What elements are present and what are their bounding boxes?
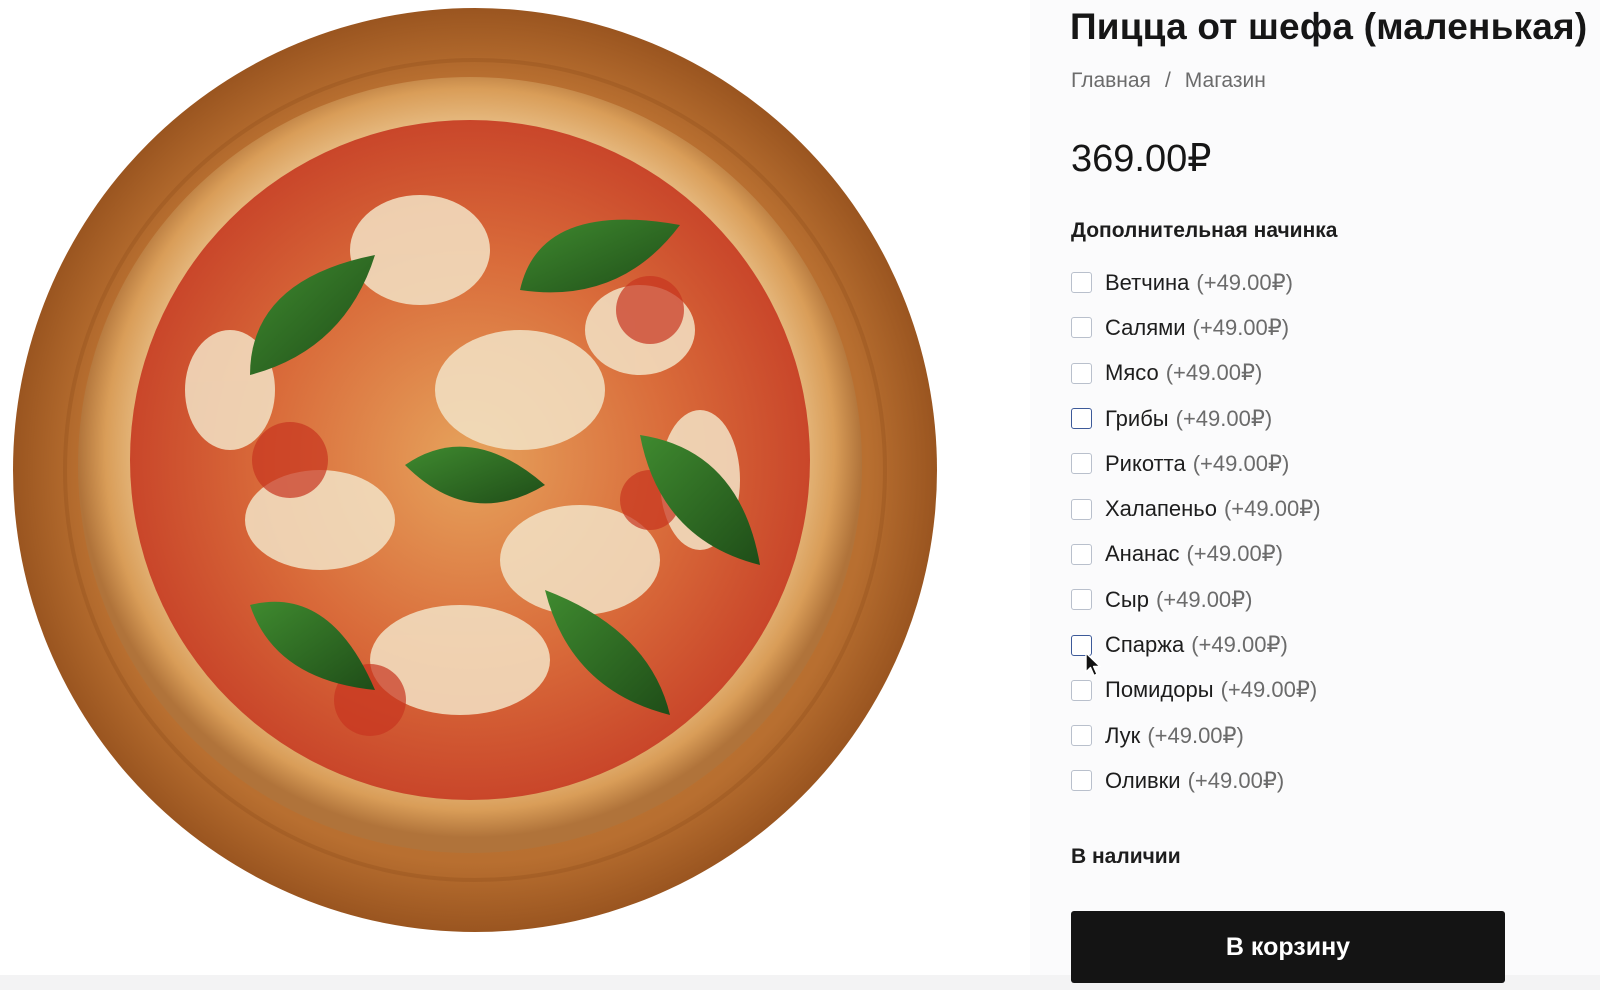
addon-checkbox[interactable] bbox=[1071, 543, 1092, 565]
product-title: Пицца от шефа (маленькая) bbox=[1070, 6, 1588, 47]
addon-name: Помидоры bbox=[1105, 677, 1214, 703]
addon-checkbox[interactable] bbox=[1071, 498, 1092, 520]
addon-price: (+49.00₽) bbox=[1192, 314, 1290, 340]
addon-price: (+49.00₽) bbox=[1196, 269, 1293, 295]
addons-label: Дополнительная начинка bbox=[1071, 219, 1338, 242]
breadcrumb-home-link[interactable]: Главная bbox=[1071, 69, 1151, 92]
mouse-pointer-icon bbox=[1085, 652, 1101, 677]
addon-option-cheese[interactable]: Сыр (+49.00₽) bbox=[1071, 577, 1551, 622]
breadcrumb-shop-link[interactable]: Магазин bbox=[1185, 69, 1266, 92]
addon-name: Спаржа bbox=[1105, 632, 1185, 658]
addon-price: (+49.00₽) bbox=[1192, 450, 1290, 476]
product-price: 369.00₽ bbox=[1071, 138, 1212, 180]
addon-option-olives[interactable]: Оливки (+49.00₽) bbox=[1071, 758, 1551, 803]
addon-price: (+49.00₽) bbox=[1186, 541, 1284, 567]
product-image-panel bbox=[0, 0, 1030, 975]
addon-price: (+49.00₽) bbox=[1220, 677, 1318, 703]
addon-checkbox[interactable] bbox=[1071, 679, 1092, 701]
addon-option-meat[interactable]: Мясо (+49.00₽) bbox=[1071, 351, 1551, 396]
addon-name: Халапеньо bbox=[1105, 496, 1217, 522]
breadcrumb: Главная / Магазин bbox=[1071, 69, 1266, 93]
addon-price: (+49.00₽) bbox=[1147, 722, 1244, 748]
addon-option-ricotta[interactable]: Рикотта (+49.00₽) bbox=[1071, 441, 1551, 486]
addon-option-tomatoes[interactable]: Помидоры (+49.00₽) bbox=[1071, 668, 1551, 713]
addon-option-salami[interactable]: Салями (+49.00₽) bbox=[1071, 305, 1551, 350]
addon-name: Ананас bbox=[1105, 541, 1180, 567]
addon-price: (+49.00₽) bbox=[1191, 632, 1288, 658]
addon-checkbox[interactable] bbox=[1071, 589, 1092, 611]
addon-name: Грибы bbox=[1105, 405, 1169, 431]
addon-option-ham[interactable]: Ветчина (+49.00₽) bbox=[1071, 260, 1551, 305]
addon-option-pineapple[interactable]: Ананас (+49.00₽) bbox=[1071, 532, 1551, 577]
addon-name: Лук bbox=[1105, 722, 1141, 748]
addon-name: Ветчина bbox=[1105, 269, 1190, 295]
addon-name: Сыр bbox=[1105, 586, 1149, 612]
addon-option-mushrooms[interactable]: Грибы (+49.00₽) bbox=[1071, 396, 1551, 441]
add-to-cart-button[interactable]: В корзину bbox=[1071, 911, 1505, 983]
addon-checkbox[interactable] bbox=[1071, 362, 1092, 384]
addon-option-asparagus[interactable]: Спаржа (+49.00₽) bbox=[1071, 622, 1551, 667]
addon-name: Оливки bbox=[1105, 767, 1181, 793]
addon-option-jalapeno[interactable]: Халапеньо (+49.00₽) bbox=[1071, 486, 1551, 531]
addon-name: Салями bbox=[1105, 314, 1186, 340]
addon-price: (+49.00₽) bbox=[1223, 496, 1321, 522]
pizza-image bbox=[13, 8, 937, 932]
addon-name: Мясо bbox=[1105, 360, 1159, 386]
addon-checkbox[interactable] bbox=[1071, 317, 1092, 339]
addon-checkbox[interactable] bbox=[1071, 408, 1092, 430]
stock-status: В наличии bbox=[1071, 845, 1181, 868]
addon-checkbox[interactable] bbox=[1071, 453, 1092, 475]
addon-price: (+49.00₽) bbox=[1187, 767, 1285, 793]
addon-name: Рикотта bbox=[1105, 450, 1186, 476]
addon-checkbox[interactable] bbox=[1071, 725, 1092, 747]
addon-price: (+49.00₽) bbox=[1155, 586, 1253, 612]
addons-options-list: Ветчина (+49.00₽) Салями (+49.00₽) Мясо … bbox=[1071, 260, 1551, 804]
breadcrumb-separator: / bbox=[1164, 69, 1171, 92]
addon-option-onion[interactable]: Лук (+49.00₽) bbox=[1071, 713, 1551, 758]
addon-checkbox[interactable] bbox=[1071, 770, 1092, 792]
addon-checkbox[interactable] bbox=[1071, 272, 1092, 294]
addon-price: (+49.00₽) bbox=[1165, 360, 1263, 386]
addon-price: (+49.00₽) bbox=[1175, 405, 1273, 431]
